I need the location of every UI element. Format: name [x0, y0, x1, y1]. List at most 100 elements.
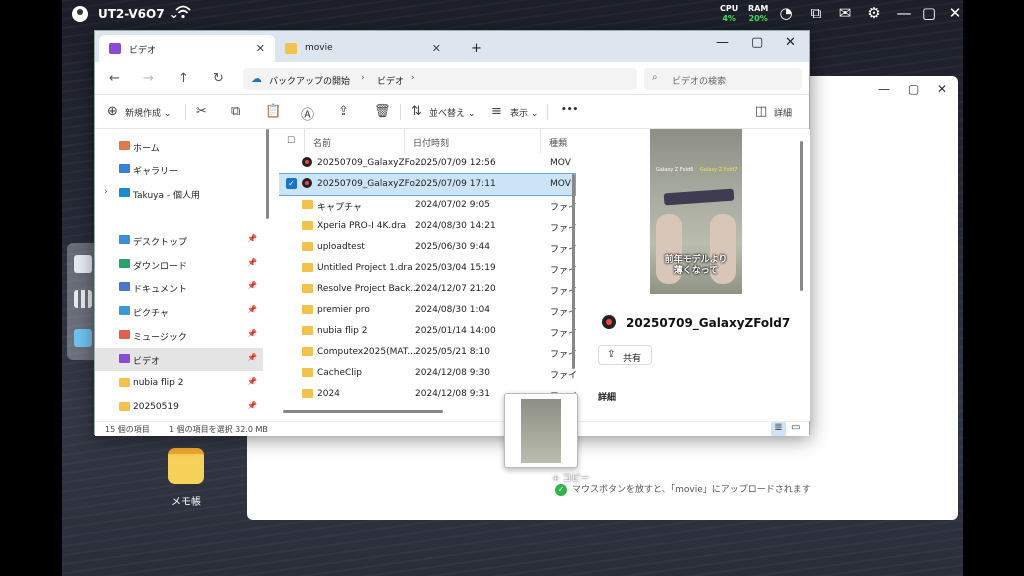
pin-icon: 📌	[247, 377, 257, 386]
column-header-name[interactable]: 名前	[305, 129, 405, 153]
copy-icon[interactable]: ⧉	[231, 104, 240, 119]
share-button[interactable]: ⇪ 共有	[598, 345, 652, 365]
forward-arrow-icon[interactable]: →	[143, 71, 154, 86]
nav-item-downloads[interactable]: ダウンロード 📌	[95, 253, 263, 276]
nav-item-home[interactable]: ホーム	[95, 135, 263, 158]
paste-icon[interactable]: 📋	[265, 104, 281, 119]
nav-item-music[interactable]: ミュージック 📌	[95, 324, 263, 347]
new-button[interactable]: 新規作成 ⌄	[125, 106, 171, 119]
nav-item-gallery[interactable]: ギャラリー	[95, 158, 263, 181]
sort-icon[interactable]: ⇅	[411, 104, 422, 119]
tab-video[interactable]: ビデオ ✕	[99, 35, 275, 62]
nav-item-pictures[interactable]: ピクチャ 📌	[95, 300, 263, 323]
desktop-icon-notepad[interactable]: メモ帳	[166, 448, 206, 508]
view-list-icon[interactable]: ≡	[491, 104, 502, 119]
apps-grid-icon[interactable]	[74, 290, 92, 308]
preview-view-icon[interactable]: ▭	[791, 422, 800, 433]
ram-label: RAM	[748, 4, 769, 13]
file-row[interactable]: 20250709_GalaxyZFo... 2025/07/09 12:56 MOV	[279, 153, 575, 174]
remote-desktop-screen: UT2-V6O7 ⌄ CPU 4% RAM 20% ◔ ⧉ ✉ ⚙ — ▢ ✕ …	[62, 0, 963, 576]
chevron-right-icon[interactable]: ›	[411, 73, 415, 83]
file-name: 20250709_GalaxyZFo...	[317, 158, 424, 168]
user-avatar-icon[interactable]	[72, 6, 88, 22]
close-icon[interactable]: ✕	[785, 35, 796, 50]
select-all-checkbox[interactable]: ☐	[279, 129, 305, 153]
file-list-scrollbar[interactable]	[572, 174, 575, 369]
new-tab-plus-icon[interactable]: +	[461, 35, 491, 62]
file-row[interactable]: Untitled Project 1.dra 2025/03/04 15:19 ファ…	[279, 258, 577, 279]
details-button[interactable]: 詳細	[774, 106, 792, 119]
file-row[interactable]: premier pro 2024/08/30 1:04 ファイ	[279, 300, 577, 321]
nav-item-desktop[interactable]: デスクトップ 📌	[95, 229, 263, 252]
cut-icon[interactable]: ✂	[196, 104, 207, 119]
chat-icon[interactable]	[74, 329, 92, 347]
close-icon[interactable]: ✕	[946, 4, 963, 22]
mail-icon[interactable]: ✉	[836, 4, 854, 22]
item-count: 15 個の項目	[105, 425, 150, 434]
settings-gear-icon[interactable]: ⚙	[865, 4, 883, 22]
pictures-folder-icon	[119, 306, 130, 315]
divider	[400, 104, 401, 120]
nav-item-20250519[interactable]: 20250519 📌	[95, 396, 263, 419]
back-close-icon[interactable]: ✕	[937, 82, 947, 96]
back-minimize-icon[interactable]: —	[878, 82, 890, 96]
folder-icon	[302, 305, 313, 314]
file-row[interactable]: nubia flip 2 2025/01/14 14:00 ファイ	[279, 321, 577, 342]
thumbnail-text: Galaxy Z Fold6	[656, 167, 694, 173]
folder-icon	[119, 402, 130, 411]
minimize-icon[interactable]: —	[895, 4, 913, 22]
new-plus-icon[interactable]: ⊕	[107, 104, 118, 119]
nav-item-documents[interactable]: ドキュメント 📌	[95, 276, 263, 299]
rename-icon[interactable]: Ⓐ	[301, 104, 314, 123]
breadcrumb-item[interactable]: バックアップの開始	[269, 74, 350, 87]
delete-icon[interactable]: 🗑	[374, 104, 391, 119]
view-label: 表示	[510, 109, 529, 119]
bitrate-icon[interactable]: ⧉	[807, 4, 825, 22]
details-pane-icon[interactable]: ◫	[755, 104, 767, 119]
maximize-icon[interactable]: ▢	[751, 35, 763, 50]
nav-item-videos[interactable]: ビデオ 📌	[95, 348, 263, 371]
file-row[interactable]: Resolve Project Back... 2024/12/07 21:20 フ…	[279, 279, 577, 300]
back-maximize-icon[interactable]: ▢	[908, 82, 919, 96]
row-checkbox[interactable]: ✓	[286, 178, 297, 189]
details-view-icon[interactable]: ≣	[771, 422, 786, 436]
view-button[interactable]: 表示 ⌄	[510, 106, 538, 119]
file-row[interactable]: Xperia PRO-I 4K.dra 2024/08/30 14:21 ファイ	[279, 216, 577, 237]
device-name-dropdown[interactable]: UT2-V6O7 ⌄	[98, 7, 179, 21]
monitor-icon[interactable]	[74, 255, 92, 273]
tab-movie[interactable]: movie ✕	[275, 35, 451, 62]
preview-scrollbar[interactable]	[800, 141, 803, 291]
expand-chevron-icon[interactable]: ›	[104, 187, 108, 197]
file-row[interactable]: ✓ 20250709_GalaxyZFo... 2025/07/09 17:11 MO…	[279, 173, 576, 196]
desktop-icon-label: メモ帳	[171, 497, 201, 508]
sort-button[interactable]: 並べ替え ⌄	[429, 106, 475, 119]
up-arrow-icon[interactable]: ↑	[178, 71, 189, 86]
file-row[interactable]: キャプチャ 2024/07/02 9:05 ファイ	[279, 195, 577, 216]
nav-label: 20250519	[133, 402, 179, 412]
tab-close-icon[interactable]: ✕	[256, 42, 265, 55]
refresh-icon[interactable]: ↻	[213, 71, 224, 86]
selection-info: 1 個の項目を選択 32.0 MB	[169, 425, 268, 434]
nav-item-nubia[interactable]: nubia flip 2 📌	[95, 372, 263, 395]
breadcrumb-item[interactable]: ビデオ	[377, 74, 404, 87]
share-icon[interactable]: ⇪	[338, 104, 349, 119]
file-list-horizontal-scrollbar[interactable]	[283, 410, 443, 413]
file-row[interactable]: uploadtest 2025/06/30 9:44 ファイ	[279, 237, 577, 258]
minimize-icon[interactable]: —	[716, 35, 729, 50]
file-row[interactable]: CacheClip 2024/12/08 9:30 ファイ	[279, 363, 577, 384]
details-pane: Galaxy Z Fold6 Galaxy Z Fold7 前年モデルより 薄く…	[582, 129, 810, 421]
column-header-date[interactable]: 日付時刻	[405, 129, 541, 153]
search-box[interactable]: ⌕ ビデオの検索	[644, 68, 802, 90]
maximize-icon[interactable]: ▢	[920, 4, 938, 22]
speed-gauge-icon[interactable]: ◔	[777, 4, 795, 22]
tab-close-icon[interactable]: ✕	[432, 42, 441, 55]
nav-item-onedrive[interactable]: › Takuya - 個人用	[95, 182, 263, 205]
more-options-button[interactable]: •••	[561, 105, 578, 115]
file-date: 2025/01/14 14:00	[415, 326, 496, 336]
breadcrumb[interactable]: ☁ バックアップの開始 › ビデオ ›	[243, 68, 637, 90]
nav-scrollbar[interactable]	[266, 129, 269, 219]
back-arrow-icon[interactable]: ←	[109, 71, 120, 86]
column-header-type[interactable]: 種類	[541, 129, 577, 153]
details-heading: 詳細	[598, 393, 617, 403]
file-row[interactable]: Computex2025(MAT... 2025/05/21 8:10 ファイ	[279, 342, 577, 363]
